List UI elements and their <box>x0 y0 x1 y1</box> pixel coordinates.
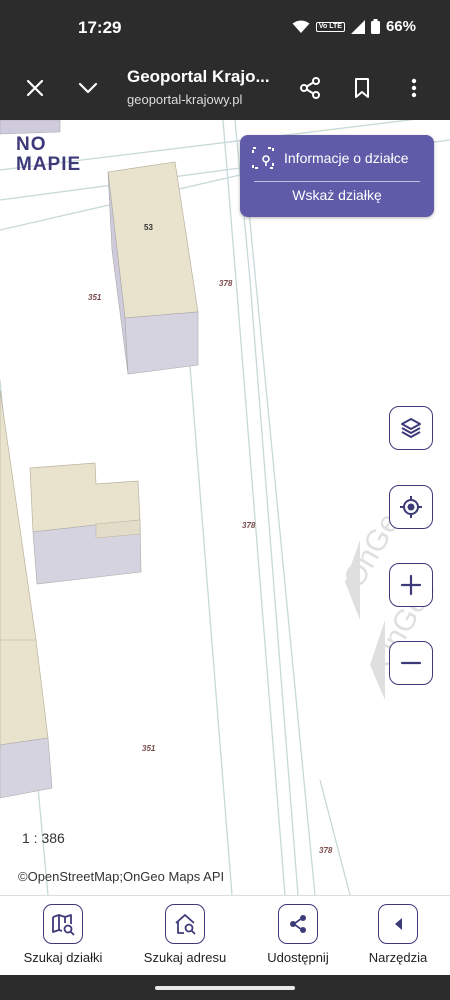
map-search-icon <box>52 914 75 936</box>
status-icons: Vo LTE 66% <box>292 18 416 35</box>
zoom-in-icon <box>400 574 422 596</box>
nav-label: Szukaj działki <box>23 950 103 965</box>
bottom-navigation: Szukaj działki Szukaj adresu Udostępnij … <box>0 895 450 976</box>
parcel-number: 351 <box>142 744 156 753</box>
map-view[interactable]: OnGeo OnGeo 53 351 378 378 351 378 NO MA… <box>0 120 450 895</box>
close-icon <box>26 79 44 97</box>
na-mapie-logo: NO MAPIE <box>16 134 82 175</box>
browser-toolbar: Geoportal Krajo... geoportal-krajowy.pl <box>0 56 450 120</box>
building <box>0 120 61 135</box>
building-number: 53 <box>144 223 153 232</box>
zoom-out-icon <box>400 661 422 665</box>
nav-search-parcel[interactable]: Szukaj działki <box>8 904 118 965</box>
parcel-info-panel: Informacje o działce Wskaż działkę <box>240 135 434 217</box>
volte-icon: Vo LTE <box>315 21 345 32</box>
zoom-out-button[interactable] <box>389 641 433 685</box>
select-parcel-icon <box>252 147 274 169</box>
page-url: geoportal-krajowy.pl <box>127 92 243 107</box>
arrow-left-icon <box>395 918 402 930</box>
zoom-in-button[interactable] <box>389 563 433 607</box>
parcel-info-button[interactable]: Informacje o działce <box>252 147 409 169</box>
close-button[interactable] <box>17 70 53 106</box>
building <box>0 737 53 799</box>
battery-percent: 66% <box>385 18 416 35</box>
show-parcel-button[interactable]: Wskaż działkę <box>240 187 434 203</box>
wifi-icon <box>292 20 310 33</box>
parcel-number: 378 <box>319 846 333 855</box>
divider <box>254 181 420 182</box>
parcel-info-label: Informacje o działce <box>284 150 409 166</box>
nav-label: Narzędzia <box>368 950 428 965</box>
nav-share[interactable]: Udostępnij <box>243 904 353 965</box>
scale-indicator: 1 : 386 <box>22 830 65 846</box>
home-search-icon <box>175 914 196 935</box>
layers-button[interactable] <box>389 406 433 450</box>
collapse-button[interactable] <box>70 70 106 106</box>
parcel-number: 378 <box>242 521 256 530</box>
more-options-button[interactable] <box>396 70 432 106</box>
bookmark-icon <box>355 78 369 98</box>
map-canvas: OnGeo OnGeo <box>0 120 450 895</box>
nav-label: Szukaj adresu <box>143 950 227 965</box>
share-icon <box>290 915 306 933</box>
parcel-number: 378 <box>219 279 233 288</box>
nav-tools[interactable]: Narzędzia <box>343 904 450 965</box>
bookmark-button[interactable] <box>344 70 380 106</box>
share-page-button[interactable] <box>292 70 328 106</box>
locate-button[interactable] <box>389 485 433 529</box>
home-indicator[interactable] <box>155 986 295 990</box>
signal-icon <box>350 19 365 34</box>
battery-icon <box>370 19 380 34</box>
share-icon <box>300 77 320 99</box>
parcel-number: 351 <box>88 293 102 302</box>
map-attribution[interactable]: ©OpenStreetMap;OnGeo Maps API <box>18 869 224 884</box>
more-vert-icon <box>411 78 417 98</box>
building <box>124 311 199 375</box>
locate-icon <box>400 496 422 518</box>
gesture-bar <box>0 975 450 1000</box>
nav-search-address[interactable]: Szukaj adresu <box>130 904 240 965</box>
status-bar: 17:29 Vo LTE 66% <box>0 0 450 56</box>
nav-label: Udostępnij <box>267 950 329 965</box>
layers-icon <box>401 418 421 438</box>
status-time: 17:29 <box>78 18 122 37</box>
chevron-down-icon <box>78 82 98 94</box>
page-title: Geoportal Krajo... <box>127 67 270 86</box>
